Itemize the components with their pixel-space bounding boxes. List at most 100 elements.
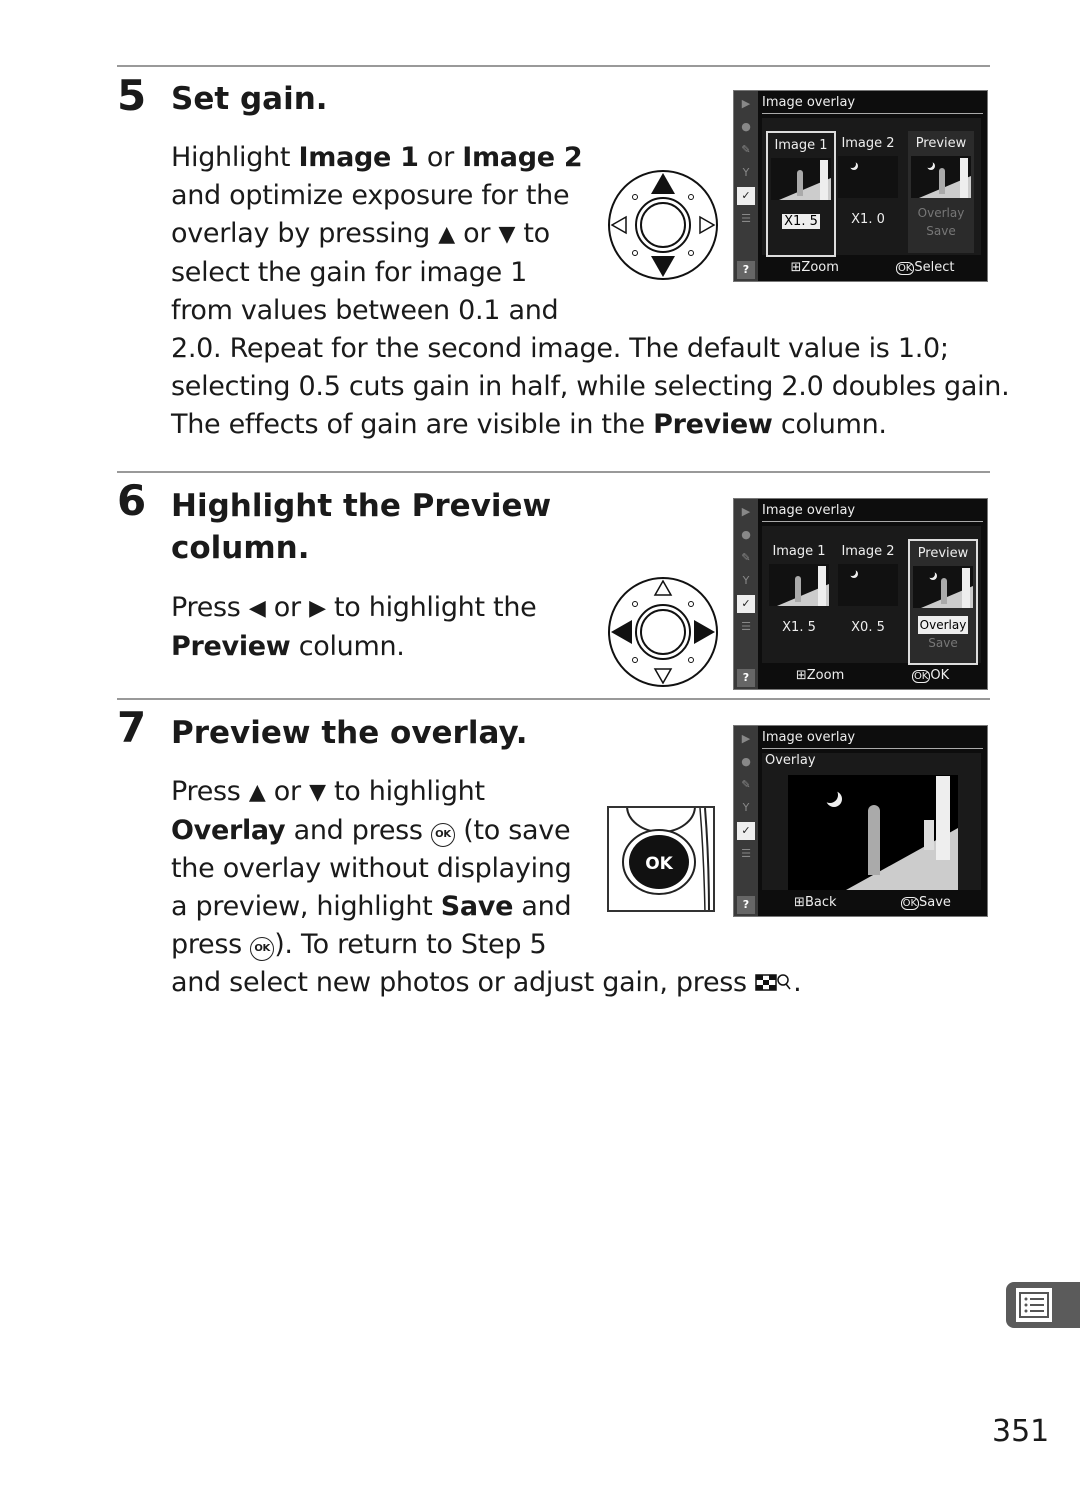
instruction-line: Press ◀ or ▶ to highlight the [171,589,537,628]
gain-value: X1. 5 [782,620,816,635]
my-menu-icon: ☰ [741,212,751,225]
retouch-menu-icon: ✓ [737,822,755,840]
text-segment: . [793,967,802,998]
shooting-menu-icon: ● [741,755,751,768]
screen-header: Image overlay [762,728,983,749]
image1-thumbnail [771,158,831,200]
text-segment: press [171,929,251,960]
ok-button-icon: OK [622,808,710,910]
screen-footer: ⊞Zoom OK OK [762,666,983,686]
zoom-out-button-icon [755,966,793,1004]
footer-zoom: ⊞Zoom [795,668,845,683]
image1-column: Image 1 X1. 5 [766,131,836,257]
text-segment: and select new photos or adjust gain, pr… [171,967,756,998]
instruction-line: The effects of gain are visible in the P… [171,406,1009,444]
gain-value: X1. 0 [851,212,885,227]
down-arrow-icon: ▼ [498,222,516,247]
step-title: Set gain. [171,81,328,117]
footer-zoom: ⊞Zoom [790,260,839,275]
text-segment: Press [171,592,249,623]
text-segment: and [513,891,572,922]
text-segment: ). To return to Step 5 [274,929,547,960]
menu-guide-tab [1006,1282,1080,1328]
emphasized-term: Overlay [171,815,286,846]
overlay-option: Overlay [917,616,969,634]
text-segment: or [454,218,499,249]
instruction-line: press OK). To return to Step 5 [171,926,801,964]
down-arrow-icon: ▼ [309,780,326,805]
zoom-out-icon: ⊞ [790,260,802,275]
text-segment: overlay by pressing [171,218,439,249]
preview-column: Preview Overlay Save [908,131,974,253]
instruction-line: selecting 0.5 cuts gain in half, while s… [171,368,1010,406]
menu-sidebar: ▶ ● ✎ Y ✓ ☰? [734,499,758,689]
text-segment: to highlight [325,776,485,807]
text-segment: the overlay without displaying [171,853,572,884]
image1-column: Image 1 X1. 5 [766,539,832,661]
emphasized-term: Image 2 [462,142,583,173]
text-segment: to highlight the [325,592,537,623]
instruction-line: 2.0. Repeat for the second image. The de… [171,330,1009,368]
text-segment: select the gain for image 1 [171,257,528,288]
shooting-menu-icon: ● [741,120,751,133]
help-icon: ? [737,261,755,279]
image1-thumbnail [769,564,829,606]
text-segment: or [265,592,310,623]
text-segment: Press [171,776,249,807]
section-divider [117,65,990,67]
image2-column: Image 2 X1. 0 [835,131,901,253]
custom-settings-icon: ✎ [741,778,751,791]
playback-menu-icon: ▶ [741,97,751,110]
playback-menu-icon: ▶ [741,732,751,745]
emphasized-term: Preview [171,631,291,662]
custom-settings-icon: ✎ [741,143,751,156]
setup-menu-icon: Y [742,574,750,587]
preview-thumbnail [913,566,973,608]
text-segment: selecting 0.5 cuts gain in half, while s… [171,371,1010,402]
menu-sidebar: ▶ ● ✎ Y ✓ ☰? [734,726,758,916]
footer-select: OK Select [895,260,955,275]
preview-thumbnail [911,156,971,198]
text-segment: 2.0. Repeat for the second image. The de… [171,333,949,364]
shooting-menu-icon: ● [741,528,751,541]
step-title: Preview the overlay. [171,715,528,751]
right-arrow-icon: ▶ [309,596,326,621]
step-number: 6 [117,476,147,525]
ok-button-illustration: OK [607,806,715,912]
image2-column: Image 2 X0. 5 [835,539,901,661]
camera-screen-set-gain: ▶ ● ✎ Y ✓ ☰? Image overlay Image 1 X1. 5 Imag… [733,90,988,282]
save-option: Save [928,636,958,650]
ok-button-label: OK [645,854,673,874]
instruction-line: from values between 0.1 and [171,292,1009,330]
screen-header: Image overlay [762,501,983,522]
footer-save: OK Save [900,895,951,910]
footer-ok: OK OK [911,668,950,683]
step-number: 5 [117,71,147,120]
ok-icon: OK [911,670,931,683]
camera-screen-overlay-preview: ▶ ● ✎ Y ✓ ☰? Image overlay Overlay ⊞Back OK Sa… [733,725,988,917]
instruction-line: Preview column. [171,628,536,666]
screen-header: Image overlay [762,93,983,114]
emphasized-term: Image 1 [298,142,419,173]
step-instructions: Press ◀ or ▶ to highlight the Preview col… [171,589,537,666]
overlay-subheader: Overlay [765,753,816,768]
step-number: 7 [117,703,147,752]
emphasized-term: Save [440,891,514,922]
text-segment: or [265,776,310,807]
my-menu-icon: ☰ [741,620,751,633]
instruction-line: and select new photos or adjust gain, pr… [171,964,802,1004]
text-segment: The effects of gain are visible in the [171,409,654,440]
screen-footer: ⊞Zoom OK Select [762,258,983,278]
setup-menu-icon: Y [742,166,750,179]
left-arrow-icon: ◀ [248,596,266,621]
text-segment: a preview, highlight [171,891,441,922]
retouch-menu-icon: ✓ [737,187,755,205]
text-segment: or [418,142,463,173]
custom-settings-icon: ✎ [741,551,751,564]
preview-column: Preview Overlay Save [908,539,978,665]
gain-value: X0. 5 [851,620,885,635]
retouch-menu-icon: ✓ [737,595,755,613]
screen-footer: ⊞Back OK Save [762,893,983,913]
page-number: 351 [992,1414,1050,1449]
gain-value: X1. 5 [782,214,820,229]
